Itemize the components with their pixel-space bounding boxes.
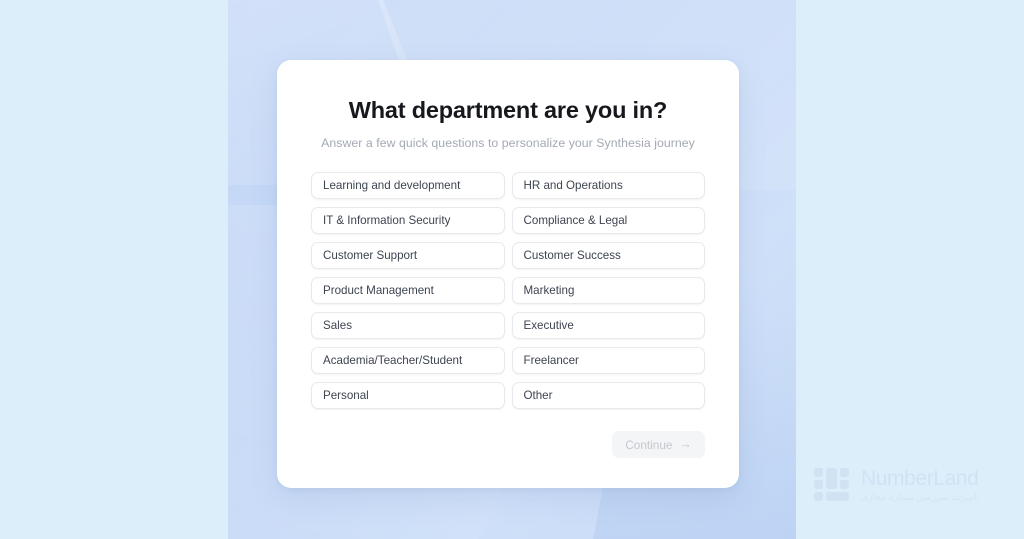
- department-options-grid: Learning and development HR and Operatio…: [311, 172, 705, 410]
- option-personal[interactable]: Personal: [311, 382, 505, 410]
- option-executive[interactable]: Executive: [511, 312, 705, 340]
- option-label: Compliance & Legal: [523, 214, 628, 228]
- option-label: Learning and development: [323, 179, 461, 193]
- option-label: Academia/Teacher/Student: [323, 354, 463, 368]
- option-label: Executive: [523, 319, 574, 333]
- option-label: Freelancer: [523, 354, 579, 368]
- app-background: What department are you in? Answer a few…: [0, 0, 1024, 539]
- option-label: Other: [523, 389, 553, 403]
- option-customer-success[interactable]: Customer Success: [511, 242, 705, 270]
- page-subtitle: Answer a few quick questions to personal…: [321, 136, 695, 151]
- option-label: Marketing: [523, 284, 575, 298]
- background-band-left: [0, 0, 228, 539]
- option-label: Customer Success: [523, 249, 621, 263]
- option-learning-and-development[interactable]: Learning and development: [311, 172, 505, 200]
- card-footer: Continue →: [311, 431, 705, 459]
- option-label: Sales: [323, 319, 353, 333]
- option-label: Product Management: [323, 284, 434, 298]
- option-other[interactable]: Other: [511, 382, 705, 410]
- option-label: IT & Information Security: [323, 214, 451, 228]
- arrow-right-icon: →: [679, 437, 693, 452]
- continue-button[interactable]: Continue →: [612, 431, 705, 459]
- option-marketing[interactable]: Marketing: [511, 277, 705, 305]
- onboarding-card: What department are you in? Answer a few…: [277, 60, 739, 488]
- option-product-management[interactable]: Product Management: [311, 277, 505, 305]
- page-title: What department are you in?: [348, 97, 668, 123]
- option-compliance-and-legal[interactable]: Compliance & Legal: [511, 207, 705, 235]
- option-academia-teacher-student[interactable]: Academia/Teacher/Student: [311, 347, 505, 375]
- option-hr-and-operations[interactable]: HR and Operations: [511, 172, 705, 200]
- option-it-and-information-security[interactable]: IT & Information Security: [311, 207, 505, 235]
- option-label: Customer Support: [323, 249, 418, 263]
- option-freelancer[interactable]: Freelancer: [511, 347, 705, 375]
- option-label: Personal: [323, 389, 369, 403]
- option-sales[interactable]: Sales: [311, 312, 505, 340]
- background-band-right: [796, 0, 1024, 539]
- option-label: HR and Operations: [523, 179, 623, 193]
- continue-button-label: Continue: [625, 437, 673, 452]
- option-customer-support[interactable]: Customer Support: [311, 242, 505, 270]
